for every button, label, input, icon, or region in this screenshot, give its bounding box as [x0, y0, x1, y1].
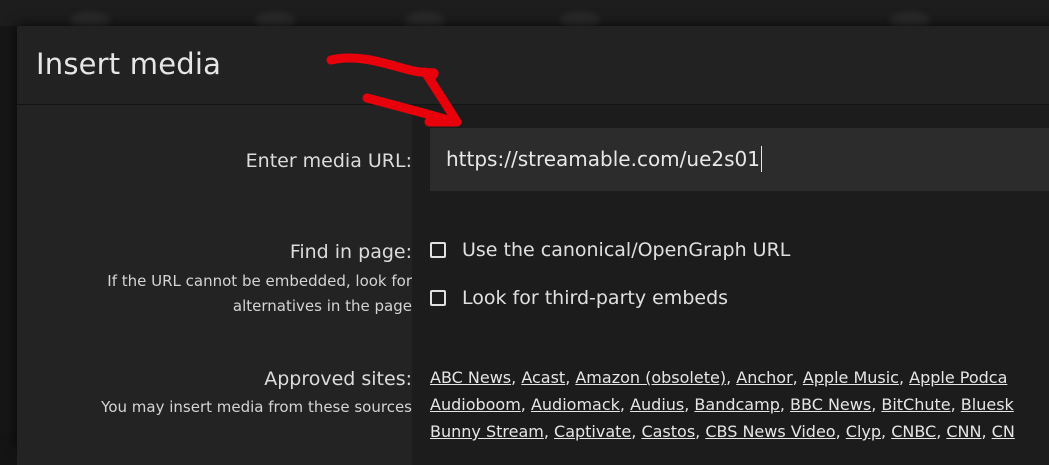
site-separator: , — [543, 422, 555, 441]
site-separator: , — [835, 422, 846, 441]
dialog-title: Insert media — [36, 47, 222, 81]
approved-site-link[interactable]: Castos — [641, 422, 695, 441]
approved-site-link[interactable]: Captivate — [554, 422, 631, 441]
approved-site-link[interactable]: CNN — [946, 422, 981, 441]
insert-media-dialog: Insert media Enter media URL: Find in pa… — [17, 26, 1049, 465]
label-column: Enter media URL: Find in page: If the UR… — [17, 105, 412, 465]
third-party-embeds-option-label: Look for third-party embeds — [462, 287, 729, 309]
site-separator: , — [684, 395, 695, 414]
site-separator: , — [981, 422, 992, 441]
site-separator: , — [779, 395, 791, 414]
find-in-page-hint-line1: If the URL cannot be embedded, look for — [107, 272, 412, 290]
approved-site-link[interactable]: Amazon (obsolete) — [575, 368, 726, 387]
site-separator: , — [871, 395, 882, 414]
approved-site-link[interactable]: CNBC — [891, 422, 936, 441]
approved-site-link[interactable]: ABC News — [430, 368, 511, 387]
site-separator: , — [695, 422, 706, 441]
media-url-value: https://streamable.com/ue2s01 — [446, 147, 760, 171]
dialog-title-bar: Insert media — [17, 26, 1049, 105]
approved-site-link[interactable]: BitChute — [881, 395, 950, 414]
approved-site-link[interactable]: Audioboom — [430, 395, 521, 414]
approved-sites-hint: You may insert media from these sources — [101, 398, 412, 416]
approved-site-link[interactable]: Clyp — [846, 422, 881, 441]
site-separator: , — [936, 422, 947, 441]
approved-sites-row: Audioboom, Audiomack, Audius, Bandcamp, … — [430, 391, 1049, 418]
approved-site-link[interactable]: Bluesk — [961, 395, 1014, 414]
approved-site-link[interactable]: Apple Music — [803, 368, 899, 387]
site-separator: , — [511, 368, 522, 387]
canonical-url-checkbox[interactable] — [430, 242, 446, 258]
site-separator: , — [726, 368, 737, 387]
approved-site-link[interactable]: CBS News Video — [705, 422, 835, 441]
site-separator: , — [950, 395, 961, 414]
site-separator: , — [881, 422, 892, 441]
text-caret — [760, 146, 762, 172]
red-arrow-annotation — [326, 53, 462, 127]
media-url-input[interactable]: https://streamable.com/ue2s01 — [430, 128, 1049, 191]
canonical-url-option-label: Use the canonical/OpenGraph URL — [462, 239, 791, 261]
arrow-stroke — [326, 53, 439, 83]
site-separator: , — [619, 395, 631, 414]
third-party-embeds-checkbox[interactable] — [430, 290, 446, 306]
canonical-url-option[interactable]: Use the canonical/OpenGraph URL — [430, 239, 790, 261]
approved-sites-label: Approved sites: — [264, 368, 412, 390]
site-separator: , — [792, 368, 803, 387]
approved-site-link[interactable]: Apple Podca — [909, 368, 1007, 387]
approved-site-link[interactable]: Anchor — [736, 368, 792, 387]
find-in-page-label: Find in page: — [289, 241, 412, 263]
approved-site-link[interactable]: CN — [992, 422, 1015, 441]
approved-sites-row: ABC News, Acast, Amazon (obsolete), Anch… — [430, 364, 1049, 391]
site-separator: , — [631, 422, 642, 441]
approved-site-link[interactable]: BBC News — [790, 395, 871, 414]
approved-site-link[interactable]: Audius — [630, 395, 684, 414]
media-url-label: Enter media URL: — [245, 150, 412, 172]
approved-sites-row: Bunny Stream, Captivate, Castos, CBS New… — [430, 418, 1049, 445]
find-in-page-hint-line2: alternatives in the page — [232, 297, 412, 315]
site-separator: , — [898, 368, 910, 387]
approved-site-link[interactable]: Audiomack — [531, 395, 620, 414]
approved-site-link[interactable]: Bunny Stream — [430, 422, 544, 441]
approved-site-link[interactable]: Acast — [521, 368, 565, 387]
third-party-embeds-option[interactable]: Look for third-party embeds — [430, 287, 728, 309]
site-separator: , — [565, 368, 576, 387]
approved-site-link[interactable]: Bandcamp — [694, 395, 779, 414]
site-separator: , — [520, 395, 531, 414]
